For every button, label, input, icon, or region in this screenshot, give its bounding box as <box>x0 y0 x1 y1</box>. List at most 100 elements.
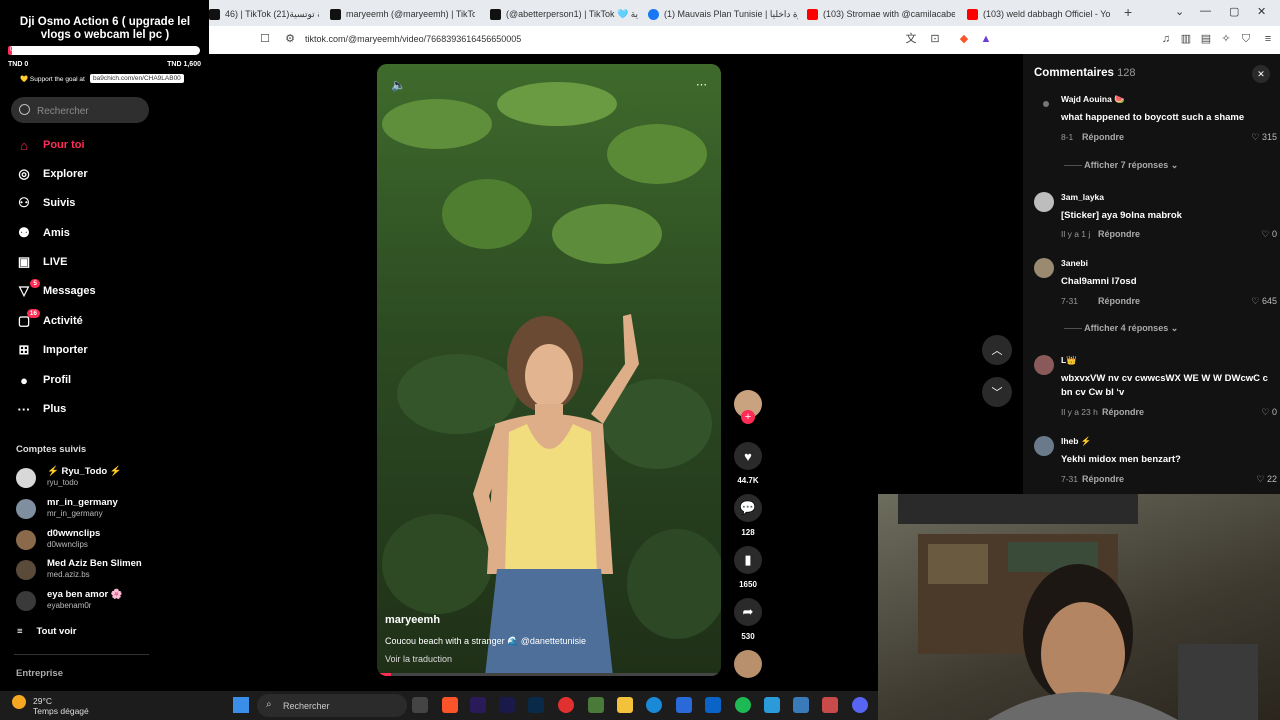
share-icon: ➦ <box>734 598 762 626</box>
sidebar-icon[interactable]: ▥ <box>1180 33 1192 45</box>
video-author[interactable]: maryeemh <box>385 614 440 626</box>
store-icon[interactable] <box>676 697 692 713</box>
sidebar-divider <box>14 654 149 655</box>
like-button[interactable]: ♥ 44.7K <box>734 442 762 485</box>
search-input[interactable]: Rechercher <box>11 97 149 123</box>
comment-like[interactable]: ♡ 0 <box>1261 229 1277 240</box>
reply-button[interactable]: Répondre <box>1098 296 1140 306</box>
mail-icon[interactable] <box>705 697 721 713</box>
close-comments-button[interactable]: ✕ <box>1252 65 1270 83</box>
browser-tab[interactable]: (103) Stromae with @camilacabello <box>807 4 955 24</box>
comment-user[interactable]: Wajd Aouina 🍉 <box>1061 94 1125 105</box>
save-button[interactable]: ▮ 1650 <box>734 546 762 589</box>
media-icon[interactable]: ♫ <box>1160 33 1172 45</box>
taskbar-search[interactable]: ⌕ Rechercher <box>257 694 407 717</box>
show-replies-button[interactable]: —— Afficher 4 réponses ⌄ <box>1064 323 1178 334</box>
author-avatar-button[interactable]: + <box>734 390 762 424</box>
nav-amis[interactable]: ⚉ Amis <box>16 222 70 244</box>
chevron-down-icon: ⌄ <box>1170 160 1179 170</box>
messenger-icon[interactable] <box>764 697 780 713</box>
show-replies-button[interactable]: —— Afficher 7 réponses ⌄ <box>1064 160 1178 171</box>
browser-tab[interactable]: (@abetterperson1) | TikTok 🩵 اية <box>490 4 638 24</box>
app-icon[interactable] <box>822 697 838 713</box>
discord-icon[interactable] <box>852 697 868 713</box>
spotify-icon[interactable] <box>735 697 751 713</box>
new-tab-button[interactable]: + <box>1124 4 1132 20</box>
site-info-icon[interactable]: ⚙ <box>284 33 296 45</box>
comment-user[interactable]: 3am_layka <box>1061 192 1104 202</box>
see-all-link[interactable]: ≡ Tout voir <box>17 626 76 637</box>
nav-live[interactable]: ▣ LIVE <box>16 251 68 273</box>
edge-icon[interactable] <box>646 697 662 713</box>
browser-tab[interactable]: (103) weld dabbagh Officiel - YouTube <box>967 4 1110 24</box>
nav-explorer[interactable]: ◎ Explorer <box>16 163 87 185</box>
bookmark-icon: ▮ <box>734 546 762 574</box>
close-window-button[interactable]: ✕ <box>1257 5 1266 18</box>
brave-icon[interactable] <box>442 697 458 713</box>
previous-video-button[interactable]: ︿ <box>982 335 1012 365</box>
opera-icon[interactable] <box>558 697 574 713</box>
reply-button[interactable]: Répondre <box>1098 229 1140 239</box>
file-explorer-icon[interactable] <box>617 697 633 713</box>
task-view-icon[interactable] <box>412 697 428 713</box>
comment-user[interactable]: Iheb ⚡ <box>1061 436 1091 447</box>
after-effects-icon[interactable] <box>499 697 515 713</box>
nav-messages[interactable]: ▽ 5 Messages <box>16 279 96 302</box>
avatar <box>1043 101 1049 107</box>
nav-profil[interactable]: ● Profil <box>16 369 71 391</box>
reply-button[interactable]: Répondre <box>1082 474 1124 484</box>
photos-icon[interactable] <box>793 697 809 713</box>
browser-tab[interactable]: 46) | TikTok خلدونة توتسية(21) <box>209 4 319 24</box>
follow-plus-icon[interactable]: + <box>741 410 755 424</box>
mute-icon[interactable]: 🔈 <box>391 78 406 92</box>
translate-icon[interactable]: 文 <box>905 33 917 45</box>
maximize-button[interactable]: ▢ <box>1229 5 1239 18</box>
nav-activite[interactable]: ▢ 16 Activité <box>16 309 83 332</box>
avatar <box>16 560 36 580</box>
brave-shield-icon[interactable]: ◆ <box>958 33 970 45</box>
comment-like[interactable]: ♡ 0 <box>1261 407 1277 418</box>
extensions-icon[interactable]: ✧ <box>1220 33 1232 45</box>
bookmark-icon[interactable]: ☐ <box>259 33 271 45</box>
nav-suivis[interactable]: ⚇ Suivis <box>16 192 75 214</box>
account-handle: ryu_todo <box>47 478 79 487</box>
app-icon[interactable] <box>588 697 604 713</box>
avatar <box>16 591 36 611</box>
wallet-icon[interactable]: ▤ <box>1200 33 1212 45</box>
comment-like[interactable]: ♡ 645 <box>1251 296 1277 307</box>
translate-link[interactable]: Voir la traduction <box>385 654 452 664</box>
photoshop-icon[interactable] <box>528 697 544 713</box>
comment-user[interactable]: 3anebi <box>1061 258 1088 268</box>
minimize-button[interactable]: — <box>1200 5 1211 17</box>
windows-start-icon[interactable] <box>233 697 249 713</box>
share-button[interactable]: ➦ 530 <box>734 598 762 641</box>
comment-button[interactable]: 💬 128 <box>734 494 762 537</box>
nav-label: Amis <box>43 227 70 239</box>
tab-search-icon[interactable]: ⌄ <box>1175 5 1184 18</box>
reply-button[interactable]: Répondre <box>1102 407 1144 417</box>
video-player[interactable]: 🔈 ⋯ maryeemh Coucou beach with a strange… <box>377 64 721 676</box>
more-options-icon[interactable]: ⋯ <box>696 78 707 91</box>
install-icon[interactable]: ⊡ <box>929 33 941 45</box>
browser-tab[interactable]: maryeemh (@maryeemh) | TikTok <box>330 4 475 24</box>
comment-like[interactable]: ♡ 315 <box>1251 132 1277 143</box>
nav-plus[interactable]: ··· Plus <box>16 398 67 420</box>
nav-importer[interactable]: ⊞ Importer <box>16 339 88 361</box>
brave-rewards-icon[interactable]: ▲ <box>980 33 992 45</box>
comment-user[interactable]: L👑 <box>1061 355 1077 366</box>
nav-pour-toi[interactable]: ⌂ Pour toi <box>16 134 85 156</box>
vpn-icon[interactable]: ⛉ <box>1240 33 1252 45</box>
comment-like[interactable]: ♡ 22 <box>1256 474 1277 485</box>
company-link[interactable]: Entreprise <box>16 668 63 679</box>
next-video-button[interactable]: ﹀ <box>982 377 1012 407</box>
video-progress-bar[interactable] <box>377 673 721 676</box>
menu-icon[interactable]: ≡ <box>1262 33 1274 45</box>
premiere-icon[interactable] <box>470 697 486 713</box>
see-all-label: Tout voir <box>36 626 77 637</box>
weather-widget[interactable]: 29°C Temps dégagé <box>33 696 89 716</box>
browser-tab[interactable]: (1) Mauvais Plan Tunisie | حيرة داخليا <box>648 4 798 24</box>
sound-disc[interactable] <box>734 650 762 678</box>
reply-button[interactable]: Répondre <box>1082 132 1124 142</box>
messages-icon: ▽ 5 <box>16 279 40 299</box>
url-field[interactable]: tiktok.com/@maryeemh/video/7668393616456… <box>305 34 521 44</box>
